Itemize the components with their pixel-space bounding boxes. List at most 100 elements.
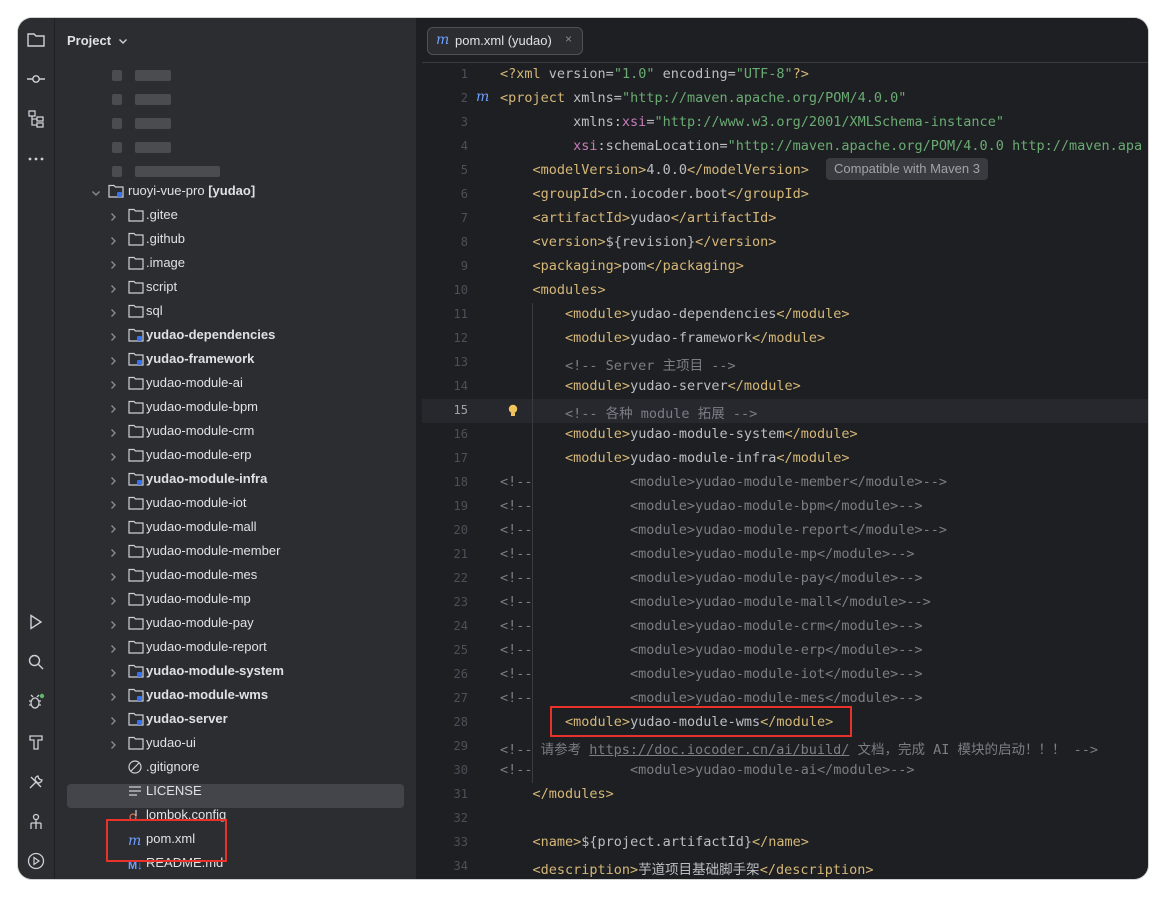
- code-line[interactable]: 25 <!-- <module>yudao-module-erp</module>…: [422, 639, 1148, 663]
- chevron-right-icon[interactable]: [108, 593, 118, 611]
- line-number[interactable]: 28: [422, 715, 468, 729]
- tree-item[interactable]: yudao-module-infra: [55, 467, 416, 491]
- tree-item[interactable]: yudao-module-wms: [55, 683, 416, 707]
- line-number[interactable]: 4: [422, 139, 468, 153]
- code-line[interactable]: 16 <module>yudao-module-system</module>: [422, 423, 1148, 447]
- code-line[interactable]: 5 <modelVersion>4.0.0</modelVersion>: [422, 159, 1148, 183]
- tree-item[interactable]: yudao-module-member: [55, 539, 416, 563]
- tree-item[interactable]: .gitignore: [55, 755, 416, 779]
- tab-pom-xml[interactable]: m pom.xml (yudao) ×: [427, 27, 583, 55]
- tree-item[interactable]: yudao-ui: [55, 731, 416, 755]
- chevron-right-icon[interactable]: [108, 353, 118, 371]
- line-number[interactable]: 26: [422, 667, 468, 681]
- code-line[interactable]: 34 <description>芋道项目基础脚手架</description>: [422, 855, 1148, 879]
- commit-icon[interactable]: [18, 65, 54, 93]
- line-number[interactable]: 1: [422, 67, 468, 81]
- line-number[interactable]: 12: [422, 331, 468, 345]
- code-line[interactable]: 33 <name>${project.artifactId}</name>: [422, 831, 1148, 855]
- tree-item[interactable]: yudao-module-mall: [55, 515, 416, 539]
- line-number[interactable]: 29: [422, 739, 468, 753]
- chevron-right-icon[interactable]: [108, 665, 118, 683]
- build-hammer-icon[interactable]: [18, 728, 54, 756]
- code-line[interactable]: 9 <packaging>pom</packaging>: [422, 255, 1148, 279]
- tree-item[interactable]: LICENSE: [55, 779, 416, 803]
- tree-item[interactable]: yudao-dependencies: [55, 323, 416, 347]
- chevron-right-icon[interactable]: [108, 713, 118, 731]
- line-number[interactable]: 19: [422, 499, 468, 513]
- tree-item[interactable]: yudao-module-iot: [55, 491, 416, 515]
- code-line[interactable]: 20 <!-- <module>yudao-module-report</modu…: [422, 519, 1148, 543]
- code-line[interactable]: 23 <!-- <module>yudao-module-mall</module…: [422, 591, 1148, 615]
- tree-item[interactable]: yudao-module-bpm: [55, 395, 416, 419]
- chevron-right-icon[interactable]: [108, 257, 118, 275]
- tree-item[interactable]: yudao-framework: [55, 347, 416, 371]
- code-line[interactable]: 11 <module>yudao-dependencies</module>: [422, 303, 1148, 327]
- code-line[interactable]: 17 <module>yudao-module-infra</module>: [422, 447, 1148, 471]
- chevron-right-icon[interactable]: [108, 689, 118, 707]
- tree-item[interactable]: sql: [55, 299, 416, 323]
- code-line[interactable]: 32: [422, 807, 1148, 831]
- line-number[interactable]: 2: [422, 91, 468, 105]
- line-number[interactable]: 13: [422, 355, 468, 369]
- tree-item[interactable]: .gitee: [55, 203, 416, 227]
- line-number[interactable]: 32: [422, 811, 468, 825]
- line-number[interactable]: 14: [422, 379, 468, 393]
- code-line[interactable]: 29 <!-- 请参考 https://doc.iocoder.cn/ai/bui…: [422, 735, 1148, 759]
- tree-item[interactable]: yudao-module-mes: [55, 563, 416, 587]
- code-line[interactable]: 21 <!-- <module>yudao-module-mp</module>-…: [422, 543, 1148, 567]
- chevron-down-icon[interactable]: [91, 185, 101, 203]
- line-number[interactable]: 21: [422, 547, 468, 561]
- chevron-right-icon[interactable]: [108, 449, 118, 467]
- code-line[interactable]: 1 <?xml version="1.0" encoding="UTF-8"?>: [422, 63, 1148, 87]
- project-folder-icon[interactable]: [18, 26, 54, 54]
- line-number[interactable]: 11: [422, 307, 468, 321]
- line-number[interactable]: 8: [422, 235, 468, 249]
- code-line[interactable]: 18 <!-- <module>yudao-module-member</modu…: [422, 471, 1148, 495]
- tree-item[interactable]: .github: [55, 227, 416, 251]
- line-number[interactable]: 25: [422, 643, 468, 657]
- line-number[interactable]: 22: [422, 571, 468, 585]
- tree-item[interactable]: yudao-server: [55, 707, 416, 731]
- chevron-right-icon[interactable]: [108, 497, 118, 515]
- chevron-right-icon[interactable]: [108, 545, 118, 563]
- code-line[interactable]: 6 <groupId>cn.iocoder.boot</groupId>: [422, 183, 1148, 207]
- code-line[interactable]: 10 <modules>: [422, 279, 1148, 303]
- more-tools-icon[interactable]: [18, 145, 54, 173]
- line-number[interactable]: 24: [422, 619, 468, 633]
- code-line[interactable]: 14 <module>yudao-server</module>: [422, 375, 1148, 399]
- line-number[interactable]: 18: [422, 475, 468, 489]
- line-number[interactable]: 5: [422, 163, 468, 177]
- maven-gutter-icon[interactable]: m: [476, 89, 489, 105]
- tools-wrench-icon[interactable]: [18, 768, 54, 796]
- debug-icon[interactable]: [18, 688, 54, 716]
- code-line[interactable]: 15 <!-- 各种 module 拓展 -->: [422, 399, 1148, 423]
- tree-item[interactable]: yudao-module-crm: [55, 419, 416, 443]
- chevron-right-icon[interactable]: [108, 281, 118, 299]
- code-line[interactable]: 24 <!-- <module>yudao-module-crm</module>…: [422, 615, 1148, 639]
- chevron-right-icon[interactable]: [108, 521, 118, 539]
- code-line[interactable]: 13 <!-- Server 主项目 -->: [422, 351, 1148, 375]
- chevron-down-icon[interactable]: [118, 33, 128, 51]
- tree-item[interactable]: yudao-module-ai: [55, 371, 416, 395]
- code-line[interactable]: 19 <!-- <module>yudao-module-bpm</module>…: [422, 495, 1148, 519]
- tree-item[interactable]: .image: [55, 251, 416, 275]
- tree-item[interactable]: yudao-module-pay: [55, 611, 416, 635]
- run-dashboard-icon[interactable]: [18, 847, 54, 875]
- line-number[interactable]: 6: [422, 187, 468, 201]
- line-number[interactable]: 20: [422, 523, 468, 537]
- line-number[interactable]: 27: [422, 691, 468, 705]
- line-number[interactable]: 34: [422, 859, 468, 873]
- run-icon[interactable]: [18, 608, 54, 636]
- line-number[interactable]: 17: [422, 451, 468, 465]
- code-line[interactable]: 8 <version>${revision}</version>: [422, 231, 1148, 255]
- chevron-right-icon[interactable]: [108, 209, 118, 227]
- code-line[interactable]: 3 xmlns:xsi="http://www.w3.org/2001/XMLS…: [422, 111, 1148, 135]
- line-number[interactable]: 16: [422, 427, 468, 441]
- chevron-right-icon[interactable]: [108, 473, 118, 491]
- structure-icon[interactable]: [18, 105, 54, 133]
- tree-root-row[interactable]: ruoyi-vue-pro [yudao]: [55, 179, 416, 203]
- chevron-right-icon[interactable]: [108, 377, 118, 395]
- lightbulb-icon[interactable]: [508, 404, 518, 423]
- line-number[interactable]: 33: [422, 835, 468, 849]
- chevron-right-icon[interactable]: [108, 401, 118, 419]
